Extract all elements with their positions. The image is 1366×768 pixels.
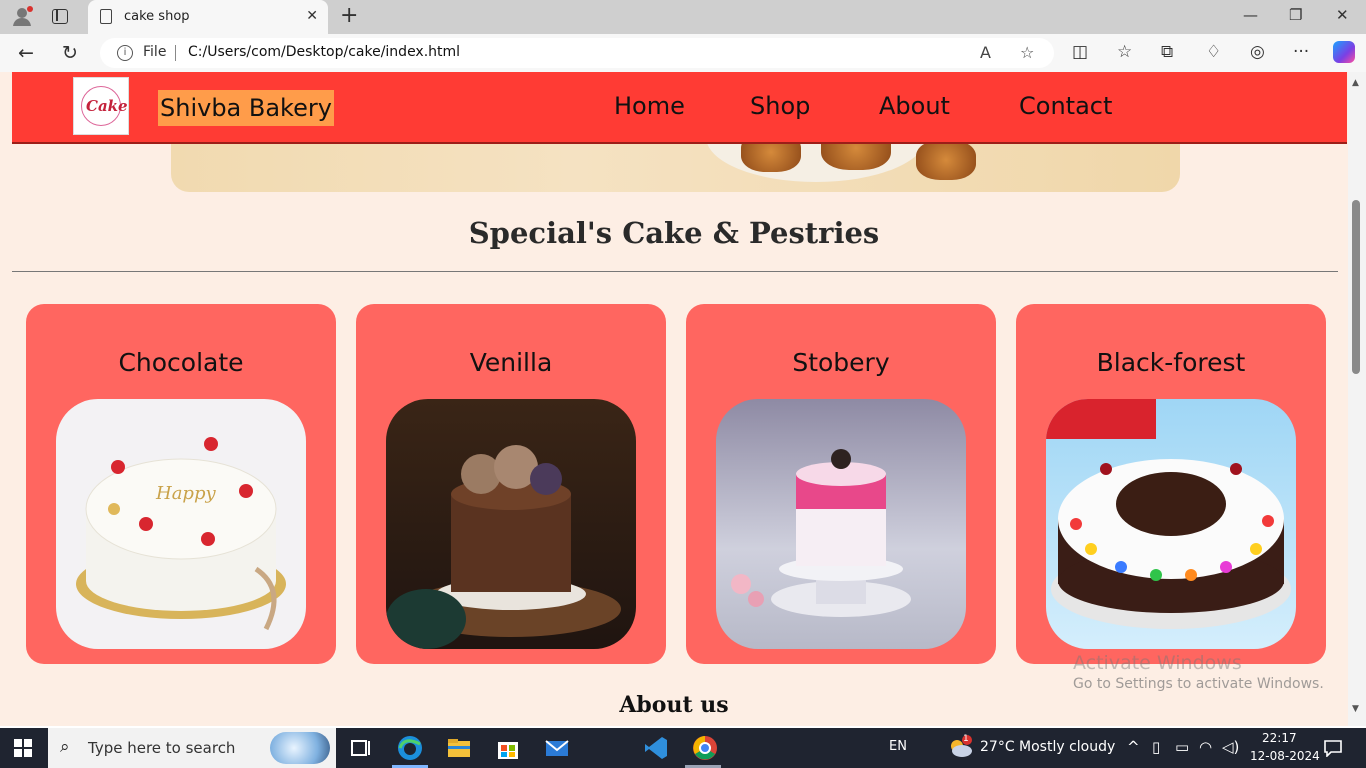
notifications-icon[interactable] bbox=[1323, 739, 1343, 757]
read-aloud-icon[interactable]: A bbox=[980, 43, 991, 62]
banner-pastry bbox=[916, 140, 976, 180]
nav-shop[interactable]: Shop bbox=[750, 92, 810, 120]
card-title: Chocolate bbox=[118, 348, 244, 377]
cake-card-black-forest[interactable]: Black-forest bbox=[1016, 304, 1326, 664]
scroll-down-arrow[interactable]: ▼ bbox=[1352, 704, 1359, 714]
section-divider bbox=[12, 271, 1338, 272]
site-logo[interactable]: Cake bbox=[73, 77, 129, 135]
cake-card-chocolate[interactable]: Chocolate Happy bbox=[26, 304, 336, 664]
weather-badge: 1 bbox=[963, 734, 969, 744]
page-viewport: Cake Shivba Bakery Home Shop About Conta… bbox=[0, 72, 1348, 726]
section-title: Special's Cake & Pestries bbox=[468, 216, 880, 250]
scroll-up-arrow[interactable]: ▲ bbox=[1352, 78, 1359, 88]
browser-tab-strip: cake shop ✕ + — ❐ ✕ bbox=[0, 0, 1366, 34]
meet-now-icon[interactable]: ▯ bbox=[1152, 738, 1160, 756]
extensions-icon[interactable]: ♢ bbox=[1206, 42, 1221, 62]
favorite-star-icon[interactable]: ☆ bbox=[1020, 43, 1034, 62]
minimize-button[interactable]: — bbox=[1243, 6, 1258, 24]
activation-watermark-subtitle: Go to Settings to activate Windows. bbox=[1073, 676, 1324, 692]
close-window-button[interactable]: ✕ bbox=[1336, 6, 1349, 24]
network-icon[interactable]: ◠ bbox=[1199, 738, 1212, 756]
logo-text: Cake bbox=[86, 97, 128, 115]
tab-close-icon[interactable]: ✕ bbox=[306, 8, 318, 24]
language-indicator[interactable]: EN bbox=[889, 739, 907, 754]
activation-watermark-title: Activate Windows bbox=[1073, 652, 1242, 674]
battery-icon[interactable]: ▭ bbox=[1175, 738, 1189, 756]
microsoft-store-icon[interactable] bbox=[494, 734, 522, 762]
cake-card-vanilla[interactable]: Venilla bbox=[356, 304, 666, 664]
windows-start-icon[interactable] bbox=[14, 739, 32, 757]
weather-icon[interactable] bbox=[946, 734, 974, 760]
edge-browser-icon[interactable] bbox=[396, 734, 424, 762]
page-scrollbar[interactable]: ▲ ▼ bbox=[1348, 72, 1366, 726]
tab-title: cake shop bbox=[124, 9, 190, 24]
mail-icon[interactable] bbox=[543, 734, 571, 762]
url-separator bbox=[175, 45, 176, 61]
nav-contact[interactable]: Contact bbox=[1019, 92, 1112, 120]
search-icon: ⌕ bbox=[60, 737, 70, 757]
card-image[interactable]: Happy bbox=[56, 399, 306, 649]
new-tab-icon[interactable]: + bbox=[340, 3, 358, 28]
weather-text[interactable]: 27°C Mostly cloudy bbox=[980, 739, 1115, 755]
favorites-icon[interactable]: ☆ bbox=[1117, 42, 1132, 62]
card-title: Stobery bbox=[792, 348, 890, 377]
vscode-icon[interactable] bbox=[642, 734, 670, 762]
nav-home[interactable]: Home bbox=[614, 92, 685, 120]
task-view-icon[interactable] bbox=[347, 734, 375, 762]
chevron-up-icon[interactable]: ^ bbox=[1127, 738, 1140, 756]
card-image[interactable] bbox=[386, 399, 636, 649]
chrome-icon[interactable] bbox=[691, 734, 719, 762]
site-header: Cake Shivba Bakery Home Shop About Conta… bbox=[12, 72, 1347, 144]
tab-actions-icon[interactable] bbox=[52, 9, 68, 24]
url-input[interactable]: C:/Users/com/Desktop/cake/index.html bbox=[188, 44, 460, 60]
address-bar[interactable]: i File C:/Users/com/Desktop/cake/index.h… bbox=[100, 38, 1054, 68]
page-icon bbox=[100, 9, 112, 24]
volume-icon[interactable]: ◁) bbox=[1222, 738, 1239, 756]
search-highlight-image bbox=[270, 732, 330, 764]
search-placeholder: Type here to search bbox=[88, 739, 236, 757]
more-icon[interactable]: ··· bbox=[1293, 42, 1309, 62]
taskbar-search[interactable]: ⌕ Type here to search bbox=[48, 728, 336, 768]
windows-taskbar: ⌕ Type here to search EN 1 27°C Mostly c… bbox=[0, 728, 1366, 768]
address-toolbar: ← ↻ i File C:/Users/com/Desktop/cake/ind… bbox=[0, 34, 1366, 72]
maximize-button[interactable]: ❐ bbox=[1289, 6, 1302, 24]
file-explorer-icon[interactable] bbox=[445, 734, 473, 762]
refresh-icon[interactable]: ↻ bbox=[62, 42, 78, 64]
url-scheme-label: File bbox=[143, 44, 167, 60]
brand-name: Shivba Bakery bbox=[158, 90, 334, 126]
card-title: Black-forest bbox=[1096, 348, 1246, 377]
about-title: About us bbox=[619, 692, 729, 718]
back-icon[interactable]: ← bbox=[18, 42, 34, 64]
card-image[interactable] bbox=[1046, 399, 1296, 649]
clock-time[interactable]: 22:17 bbox=[1262, 731, 1297, 745]
nav-about[interactable]: About bbox=[879, 92, 950, 120]
scroll-thumb[interactable] bbox=[1352, 200, 1360, 374]
card-image[interactable] bbox=[716, 399, 966, 649]
clock-date[interactable]: 12-08-2024 bbox=[1250, 749, 1320, 763]
sync-icon[interactable]: ◎ bbox=[1250, 42, 1265, 62]
card-title: Venilla bbox=[469, 348, 553, 377]
split-screen-icon[interactable]: ◫ bbox=[1072, 42, 1088, 62]
cake-card-strawberry[interactable]: Stobery bbox=[686, 304, 996, 664]
collections-icon[interactable]: ⧉ bbox=[1161, 42, 1173, 62]
info-icon[interactable]: i bbox=[117, 45, 133, 61]
svg-text:Happy: Happy bbox=[155, 483, 216, 504]
browser-tab-active[interactable]: cake shop ✕ bbox=[88, 0, 328, 34]
profile-icon[interactable] bbox=[12, 5, 34, 27]
copilot-icon[interactable] bbox=[1333, 41, 1355, 63]
